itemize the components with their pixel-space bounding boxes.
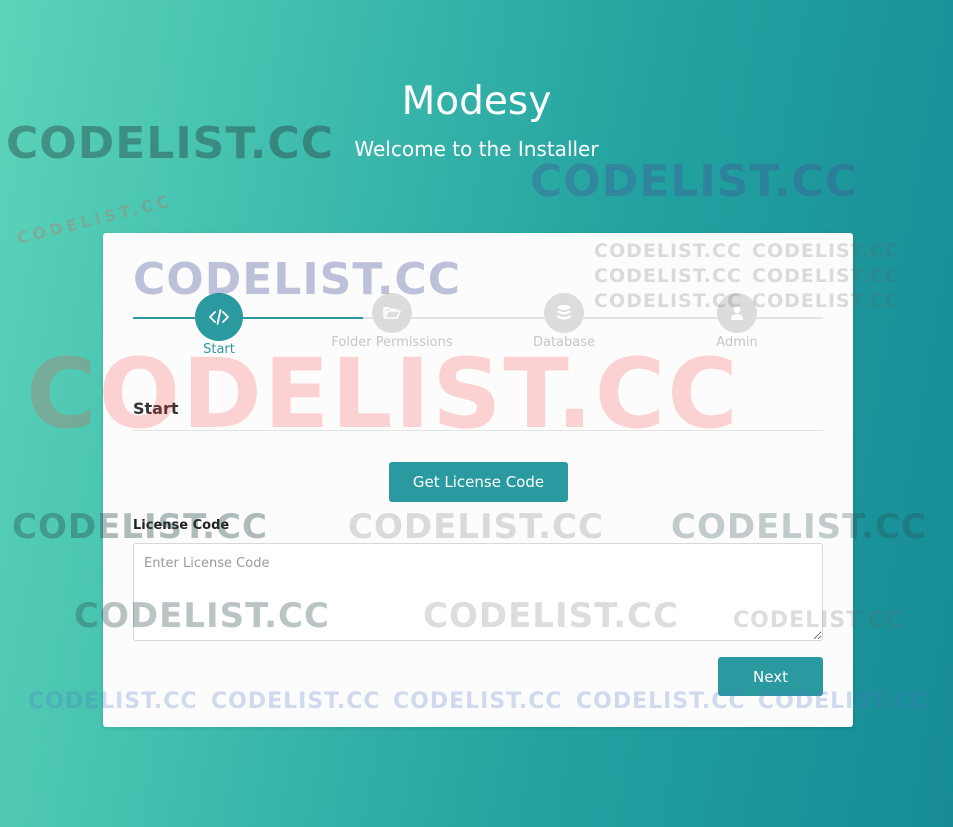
folder-open-icon: [372, 293, 412, 333]
app-title: Modesy: [401, 79, 552, 124]
installer-card: Start Folder Permissions Database Admin …: [103, 233, 853, 727]
get-license-code-button[interactable]: Get License Code: [389, 462, 568, 502]
step-admin[interactable]: Admin: [657, 293, 817, 350]
app-subtitle: Welcome to the Installer: [354, 137, 599, 161]
step-database[interactable]: Database: [484, 293, 644, 350]
step-start[interactable]: Start: [139, 293, 299, 357]
license-code-label: License Code: [133, 518, 230, 533]
step-folder-permissions[interactable]: Folder Permissions: [312, 293, 472, 350]
section-divider: [133, 430, 823, 431]
step-label-folder-permissions: Folder Permissions: [331, 335, 453, 350]
section-title: Start: [133, 399, 179, 418]
license-code-input[interactable]: [133, 543, 823, 641]
next-button[interactable]: Next: [718, 657, 823, 696]
step-label-start: Start: [203, 342, 235, 357]
header: Modesy Welcome to the Installer: [0, 78, 953, 163]
step-label-admin: Admin: [716, 335, 758, 350]
watermark: CODELIST.CC: [530, 156, 859, 207]
stepper: Start Folder Permissions Database Admin: [133, 293, 823, 363]
code-icon: [195, 293, 243, 341]
database-icon: [544, 293, 584, 333]
user-icon: [717, 293, 757, 333]
step-label-database: Database: [532, 335, 596, 350]
